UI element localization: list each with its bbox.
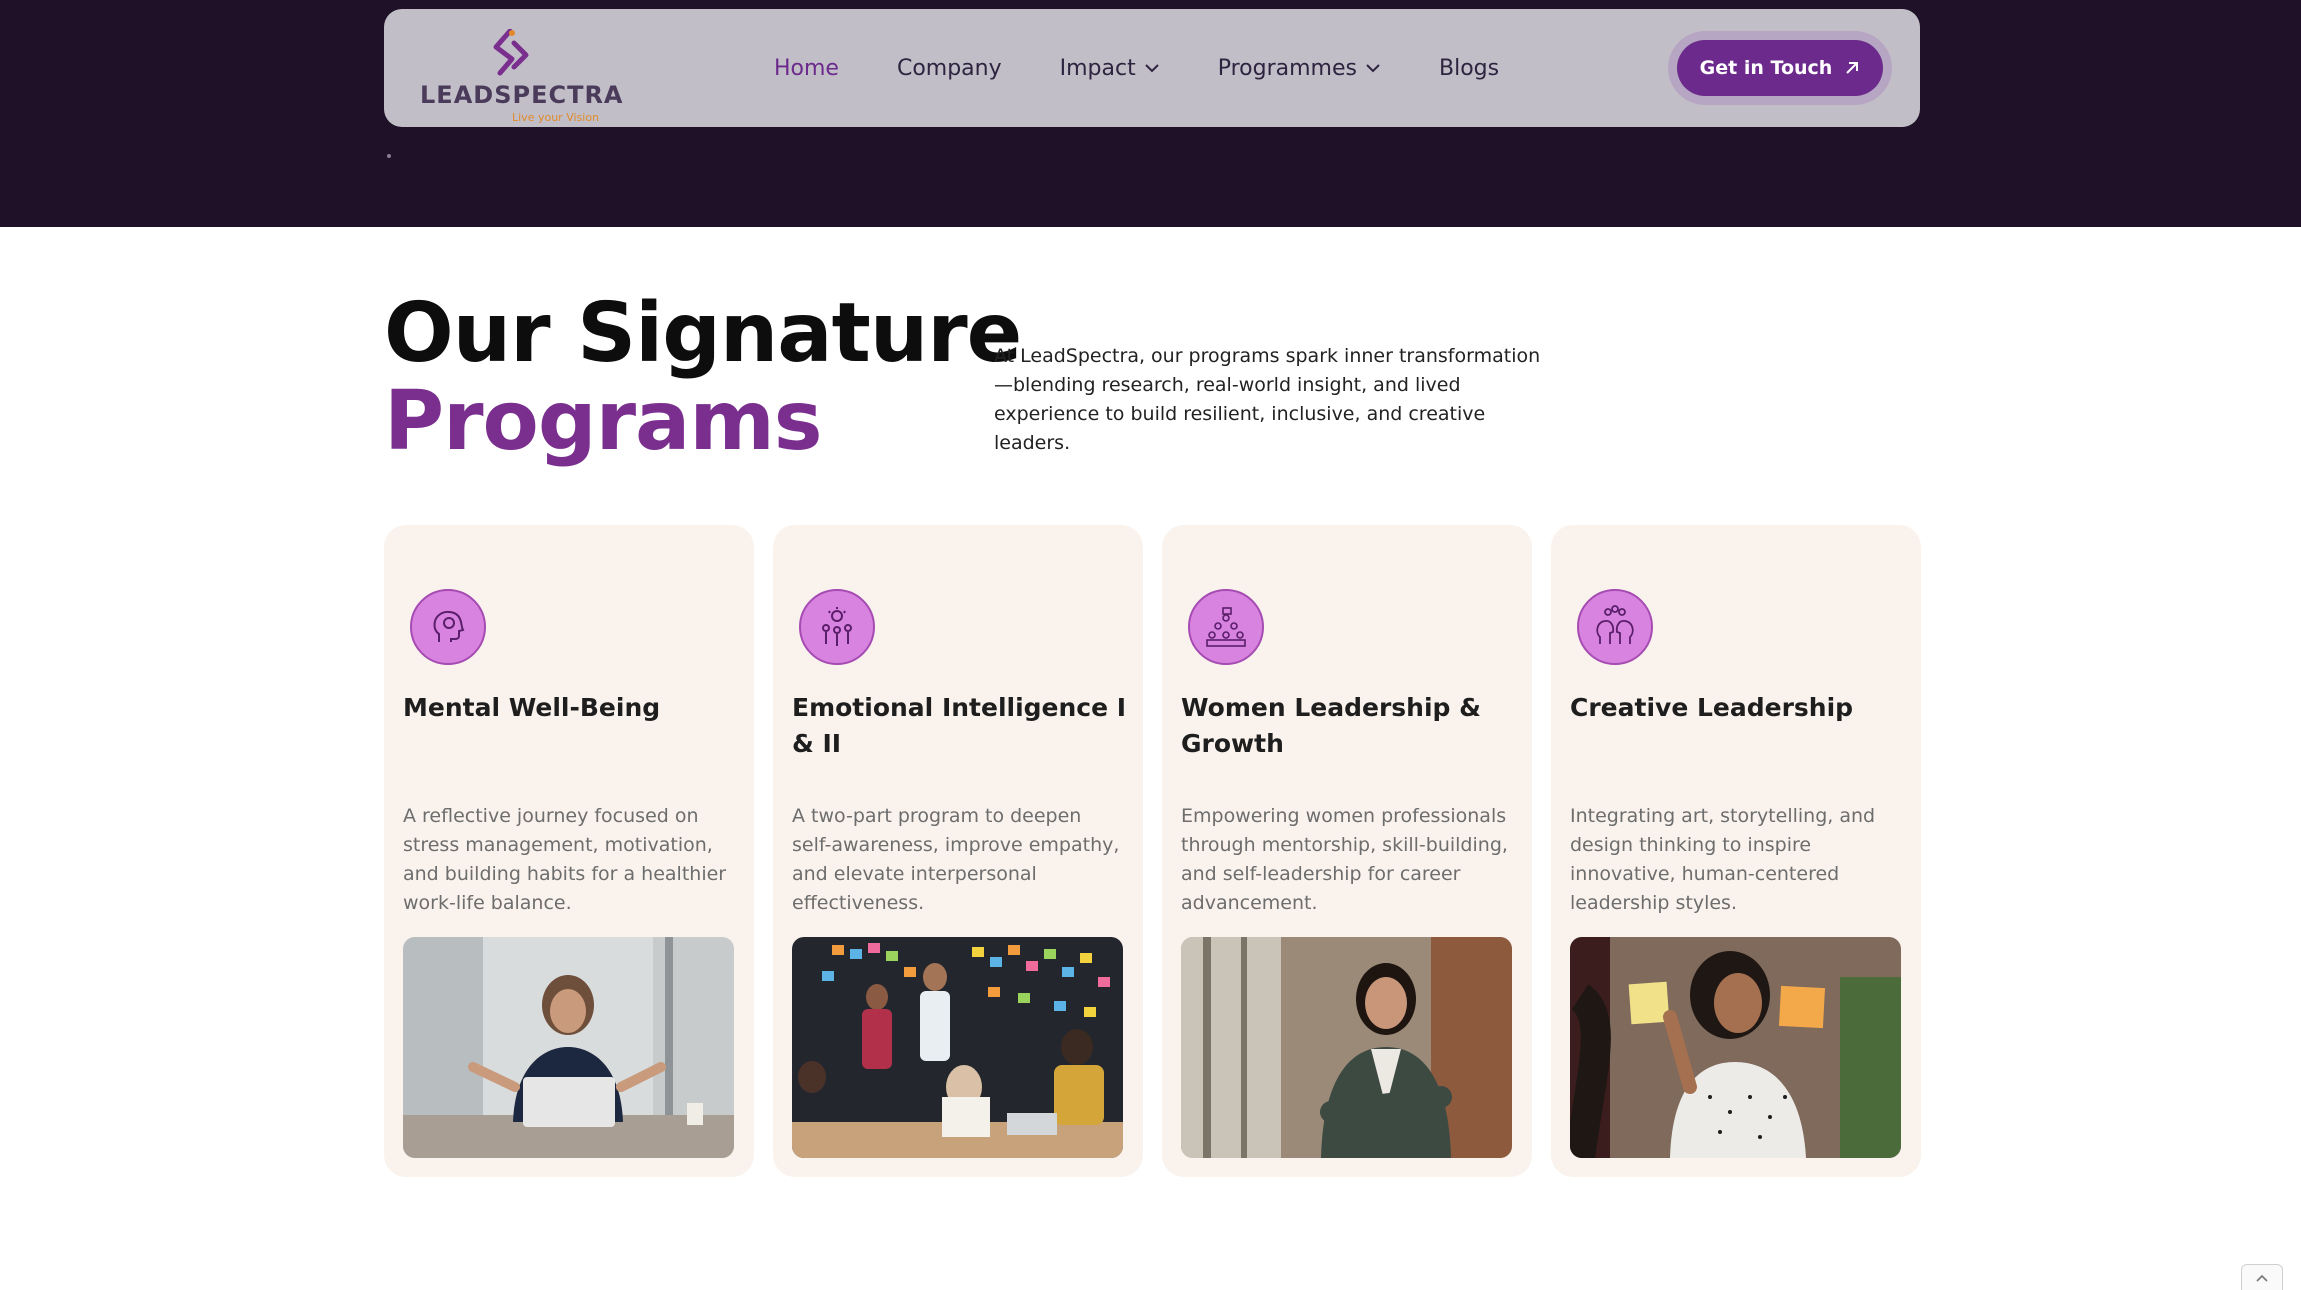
- program-card-emotional-intelligence[interactable]: Emotional Intelligence I & II A two-part…: [773, 525, 1143, 1177]
- get-in-touch-button[interactable]: Get in Touch: [1677, 40, 1883, 96]
- nav-company-label: Company: [896, 55, 1002, 81]
- card-title: Mental Well-Being: [403, 693, 661, 722]
- nav-home[interactable]: Home: [774, 56, 839, 81]
- program-card-mental-well-being[interactable]: Mental Well-Being A reflective journey f…: [384, 525, 754, 1177]
- logo-wordmark: LEADSPECTRA: [420, 81, 624, 109]
- team-idea-icon: [799, 589, 875, 665]
- nav-impact-label: Impact: [1059, 55, 1136, 81]
- scroll-to-top-button[interactable]: [2241, 1264, 2283, 1290]
- heading-line-1: Our Signature: [384, 286, 1022, 381]
- main-nav: Home Company Impact Programmes Blogs: [774, 9, 1499, 127]
- carousel-dot[interactable]: [387, 154, 391, 158]
- heading-line-2: Programs: [384, 374, 823, 469]
- logo-mark-icon: [493, 29, 529, 76]
- navbar: LEADSPECTRA Live your Vision Home Compan…: [384, 9, 1920, 127]
- section-heading: Our Signature Programs: [384, 286, 1022, 469]
- chevron-up-icon: [2256, 1274, 2268, 1282]
- chevron-down-icon: [1145, 64, 1159, 73]
- card-description: Integrating art, storytelling, and desig…: [1570, 805, 1876, 914]
- nav-impact[interactable]: Impact: [1060, 56, 1160, 81]
- cta-ring: Get in Touch: [1668, 31, 1892, 105]
- nav-programmes[interactable]: Programmes: [1218, 56, 1381, 81]
- card-description: Empowering women professionals through m…: [1181, 805, 1508, 914]
- brand-logo[interactable]: LEADSPECTRA Live your Vision: [420, 23, 622, 124]
- nav-home-label: Home: [774, 55, 839, 81]
- card-description: A reflective journey focused on stress m…: [403, 805, 727, 914]
- chevron-down-icon: [1366, 64, 1380, 73]
- creative-heads-icon: [1577, 589, 1653, 665]
- card-photo-meditation: [403, 937, 734, 1158]
- card-description: A two-part program to deepen self-awaren…: [792, 805, 1120, 914]
- card-photo-businesswoman: [1181, 937, 1512, 1158]
- nav-blogs-label: Blogs: [1439, 55, 1500, 81]
- program-card-creative-leadership[interactable]: Creative Leadership Integrating art, sto…: [1551, 525, 1921, 1177]
- logo-wordmark-lead: LEAD: [420, 81, 495, 109]
- card-title: Creative Leadership: [1570, 693, 1854, 722]
- section-intro: At LeadSpectra, our programs spark inner…: [994, 345, 1541, 454]
- arrow-up-right-icon: [1846, 62, 1859, 74]
- logo-wordmark-spectra: SPECTRA: [494, 81, 624, 109]
- card-title: Emotional Intelligence I & II: [792, 693, 1127, 758]
- nav-programmes-label: Programmes: [1217, 55, 1357, 81]
- card-photo-workshop: [792, 937, 1123, 1158]
- program-card-women-leadership[interactable]: Women Leadership & Growth Empowering wom…: [1162, 525, 1532, 1177]
- get-in-touch-label: Get in Touch: [1699, 57, 1833, 79]
- nav-blogs[interactable]: Blogs: [1439, 56, 1499, 81]
- mind-head-icon: [410, 589, 486, 665]
- card-photo-sticky-notes: [1570, 937, 1901, 1158]
- program-cards: Mental Well-Being A reflective journey f…: [384, 525, 1921, 1177]
- group-pyramid-icon: [1188, 589, 1264, 665]
- nav-company[interactable]: Company: [897, 56, 1002, 81]
- logo-tagline: Live your Vision: [512, 111, 600, 124]
- card-title: Women Leadership & Growth: [1181, 693, 1481, 758]
